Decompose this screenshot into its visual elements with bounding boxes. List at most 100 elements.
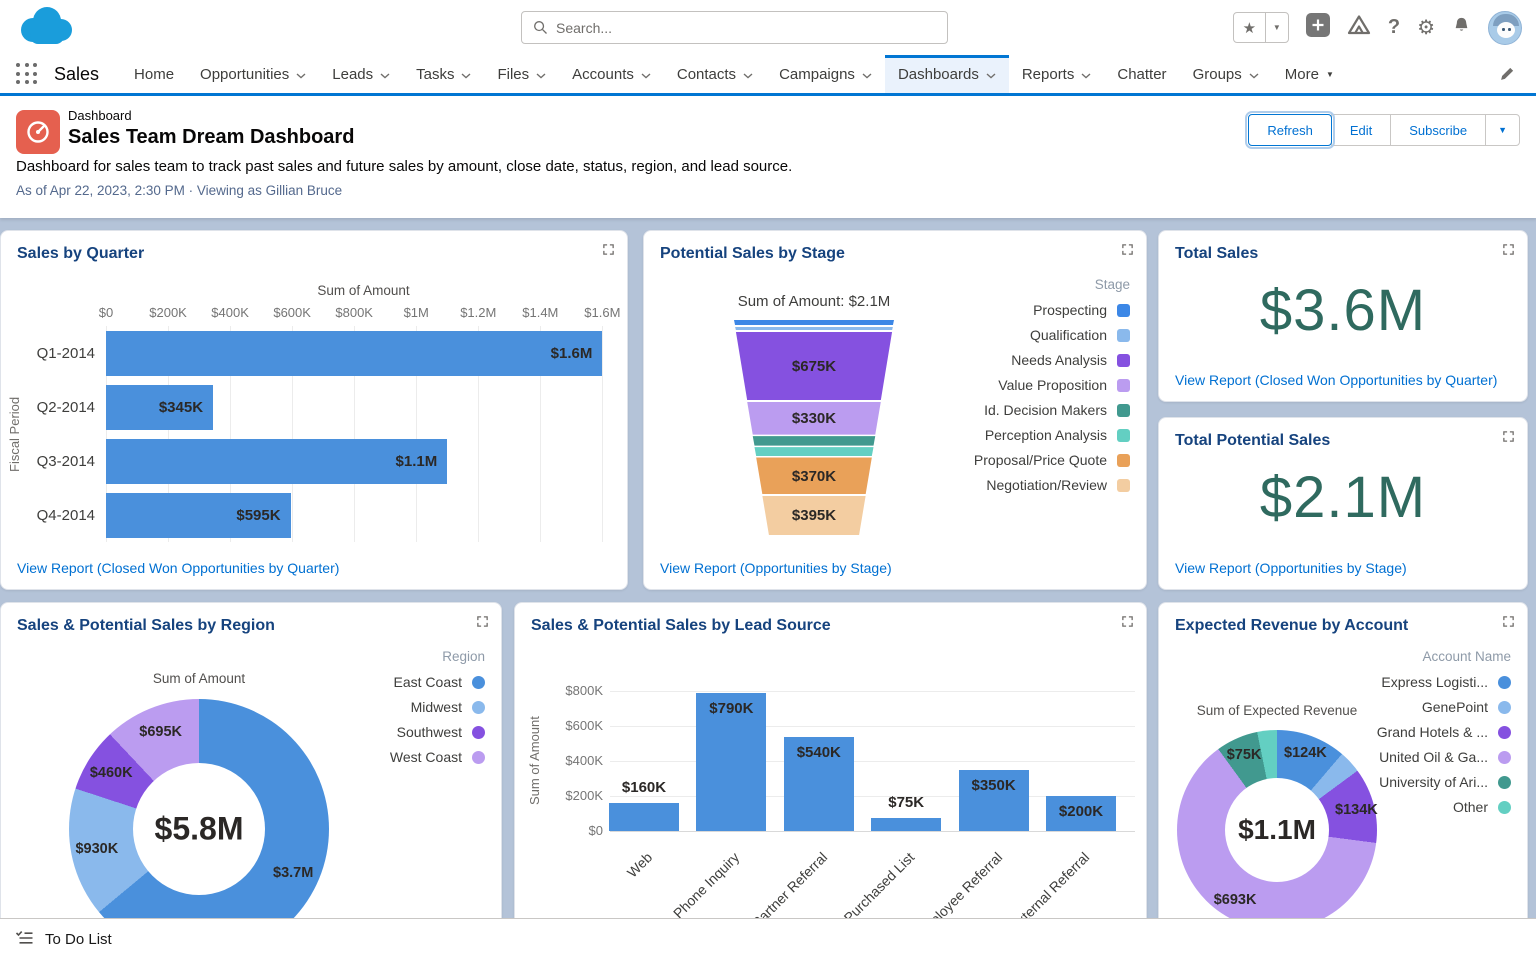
tab-more[interactable]: More ▼ bbox=[1272, 55, 1347, 93]
legend-swatch bbox=[1117, 303, 1130, 317]
bar-purchased-list[interactable] bbox=[871, 817, 942, 831]
axis-tick-label: $600K bbox=[565, 718, 603, 733]
gridline bbox=[610, 726, 1135, 727]
app-name: Sales bbox=[54, 63, 100, 84]
expand-icon[interactable] bbox=[1502, 430, 1515, 448]
funnel-segment-5[interactable] bbox=[752, 436, 876, 446]
view-report-link[interactable]: View Report (Closed Won Opportunities by… bbox=[17, 560, 339, 576]
tab-tasks[interactable]: Tasks bbox=[403, 55, 484, 93]
legend-swatch bbox=[472, 700, 485, 714]
view-report-link[interactable]: View Report (Closed Won Opportunities by… bbox=[1175, 372, 1497, 388]
panel-sales-by-lead-source: Sales & Potential Sales by Lead Source $… bbox=[514, 602, 1147, 935]
axis-tick-label: $1M bbox=[403, 305, 429, 320]
donut-slice-label: $75K bbox=[1226, 746, 1262, 763]
legend-item: Proposal/Price Quote bbox=[974, 452, 1130, 468]
panel-total-sales: Total Sales $3.6M View Report (Closed Wo… bbox=[1158, 230, 1528, 402]
legend-item: Perception Analysis bbox=[974, 427, 1130, 443]
tab-home[interactable]: Home bbox=[121, 55, 187, 93]
tab-dashboards[interactable]: Dashboards bbox=[884, 55, 1009, 93]
favorites-button-group: ★ ▼ bbox=[1232, 12, 1289, 43]
bar-value-label: $790K bbox=[709, 699, 754, 717]
legend-item-label: University of Ari... bbox=[1379, 774, 1488, 790]
legend-item: Qualification bbox=[974, 327, 1130, 343]
bar-value-label: $75K bbox=[888, 793, 925, 811]
view-report-link[interactable]: View Report (Opportunities by Stage) bbox=[660, 560, 892, 576]
search-input[interactable] bbox=[556, 19, 947, 36]
bar-web[interactable] bbox=[609, 803, 679, 831]
account-donut-chart: Sum of Expected Revenue $1.1M $124K $134K $6… bbox=[1159, 603, 1527, 934]
panel-potential-sales-by-stage: Potential Sales by Stage Sum of Amount: … bbox=[643, 230, 1147, 590]
funnel-segment-2[interactable] bbox=[735, 326, 893, 331]
dashboard-content: Sales by Quarter Sum of Amount $0 $200K $40… bbox=[0, 218, 1536, 960]
legend-item: Express Logisti... bbox=[1377, 674, 1511, 690]
lead-source-bar-chart: $0 $200K $400K $600K $800K Sum of Amount $160K… bbox=[515, 603, 1146, 934]
global-header: ★ ▼ ? ⚙ bbox=[0, 0, 1536, 55]
legend-item: United Oil & Ga... bbox=[1377, 749, 1511, 765]
tab-accounts[interactable]: Accounts bbox=[559, 55, 664, 93]
favorites-star-icon[interactable]: ★ bbox=[1234, 13, 1266, 42]
dashboard-page-header: Dashboard Sales Team Dream Dashboard Das… bbox=[0, 96, 1536, 218]
search-icon bbox=[534, 21, 547, 34]
view-report-link[interactable]: View Report (Opportunities by Stage) bbox=[1175, 560, 1407, 576]
subscribe-button[interactable]: Subscribe bbox=[1390, 114, 1487, 146]
chevron-down-icon bbox=[862, 66, 872, 83]
trailhead-icon[interactable] bbox=[1347, 14, 1371, 41]
axis-tick-label: $600K bbox=[273, 305, 311, 320]
quick-create-icon[interactable] bbox=[1305, 13, 1330, 42]
legend-item-label: Negotiation/Review bbox=[986, 477, 1107, 493]
legend-title: Account Name bbox=[1422, 649, 1511, 664]
tab-files[interactable]: Files bbox=[484, 55, 559, 93]
gridline bbox=[610, 691, 1135, 692]
more-actions-dropdown[interactable]: ▼ bbox=[1485, 114, 1520, 146]
funnel-segment-1[interactable] bbox=[734, 320, 894, 326]
panel-title: Total Sales bbox=[1175, 245, 1259, 262]
favorites-dropdown-icon[interactable]: ▼ bbox=[1266, 13, 1288, 42]
tab-chatter[interactable]: Chatter bbox=[1104, 55, 1179, 93]
todo-list-bar[interactable]: To Do List bbox=[0, 918, 1536, 960]
legend-item-label: GenePoint bbox=[1421, 699, 1488, 715]
panel-sales-by-region: Sales & Potential Sales by Region Sum of… bbox=[0, 602, 502, 935]
notifications-bell-icon[interactable] bbox=[1452, 16, 1471, 40]
panel-total-potential-sales: Total Potential Sales $2.1M View Report … bbox=[1158, 417, 1528, 590]
refresh-button[interactable]: Refresh bbox=[1245, 111, 1335, 149]
tab-groups[interactable]: Groups bbox=[1180, 55, 1272, 93]
tab-campaigns[interactable]: Campaigns bbox=[766, 55, 885, 93]
user-avatar[interactable] bbox=[1488, 10, 1522, 45]
app-launcher-icon[interactable] bbox=[16, 63, 38, 85]
setup-gear-icon[interactable]: ⚙ bbox=[1417, 15, 1435, 40]
help-icon[interactable]: ? bbox=[1388, 16, 1400, 39]
tab-contacts[interactable]: Contacts bbox=[664, 55, 766, 93]
legend-item: Id. Decision Makers bbox=[974, 402, 1130, 418]
tab-opportunities[interactable]: Opportunities bbox=[187, 55, 319, 93]
salesforce-logo-icon bbox=[16, 4, 76, 53]
bar-q2-2014[interactable]: $345K bbox=[106, 384, 214, 430]
legend-item: Grand Hotels & ... bbox=[1377, 724, 1511, 740]
bar-q1-2014[interactable]: $1.6M bbox=[106, 330, 603, 376]
tab-leads[interactable]: Leads bbox=[319, 55, 403, 93]
tab-reports[interactable]: Reports bbox=[1009, 55, 1105, 93]
legend-swatch bbox=[1117, 478, 1130, 492]
todo-list-icon bbox=[15, 929, 34, 951]
legend-item-label: Value Proposition bbox=[998, 377, 1107, 393]
chevron-down-icon bbox=[461, 66, 471, 83]
bar-value-label: $1.6M bbox=[550, 344, 593, 362]
edit-nav-pencil-icon[interactable] bbox=[1499, 65, 1516, 87]
legend-item-label: East Coast bbox=[393, 674, 462, 690]
stage-funnel-chart: Sum of Amount: $2.1M $675K $330K $370K $395K… bbox=[644, 231, 1146, 589]
chevron-down-icon bbox=[1249, 66, 1259, 83]
bar-q4-2014[interactable]: $595K bbox=[106, 492, 291, 538]
as-of-status: As of Apr 22, 2023, 2:30 PM · Viewing as… bbox=[16, 183, 343, 198]
legend-swatch bbox=[472, 675, 485, 689]
tab-label: Files bbox=[497, 65, 530, 83]
funnel-segment-label: $395K bbox=[791, 507, 837, 525]
legend-swatch bbox=[1117, 378, 1130, 392]
bar-q3-2014[interactable]: $1.1M bbox=[106, 438, 448, 484]
expand-icon[interactable] bbox=[1502, 243, 1515, 261]
donut-slice-label: $693K bbox=[1213, 892, 1257, 909]
category-label: Q2-2014 bbox=[36, 398, 95, 416]
edit-button[interactable]: Edit bbox=[1330, 114, 1392, 146]
funnel-segment-6[interactable] bbox=[754, 447, 874, 456]
y-axis-title: Sum of Amount bbox=[527, 716, 542, 806]
bar-value-label: $160K bbox=[621, 779, 667, 796]
funnel-segment-label: $370K bbox=[791, 467, 837, 485]
